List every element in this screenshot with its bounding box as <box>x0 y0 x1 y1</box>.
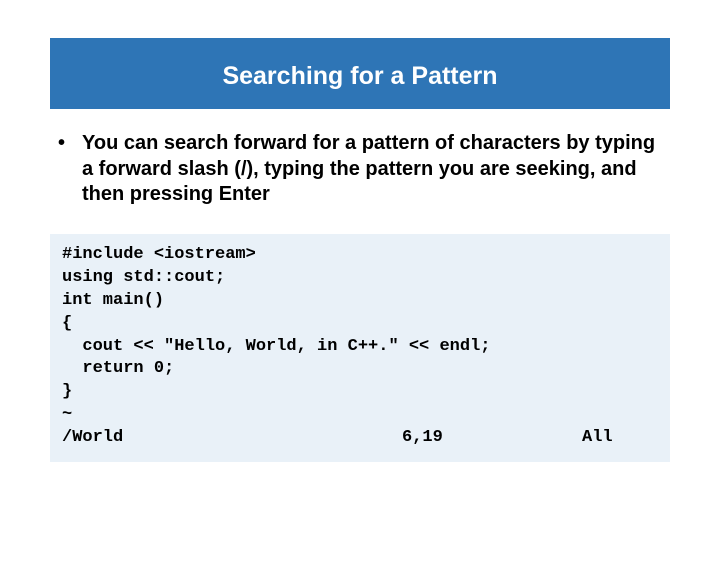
bullet-text: You can search forward for a pattern of … <box>82 131 670 208</box>
code-line: int main() <box>62 290 658 313</box>
search-command: /World <box>62 427 402 450</box>
cursor-position: 6,19 <box>402 427 582 450</box>
code-block: #include <iostream>using std::cout;int m… <box>50 234 670 462</box>
code-line: #include <iostream> <box>62 244 658 267</box>
bullet-item: • You can search forward for a pattern o… <box>58 131 670 208</box>
code-line: } <box>62 381 658 404</box>
slide-title: Searching for a Pattern <box>50 38 670 109</box>
code-line: { <box>62 313 658 336</box>
bullet-marker: • <box>58 131 82 157</box>
enter-key: Enter <box>219 183 270 205</box>
scroll-indicator: All <box>582 427 658 450</box>
code-line: using std::cout; <box>62 267 658 290</box>
code-line: return 0; <box>62 358 658 381</box>
slide-content: • You can search forward for a pattern o… <box>50 131 670 462</box>
editor-status-line: /World6,19All <box>62 427 658 450</box>
code-line: ~ <box>62 404 658 427</box>
code-line: cout << "Hello, World, in C++." << endl; <box>62 336 658 359</box>
